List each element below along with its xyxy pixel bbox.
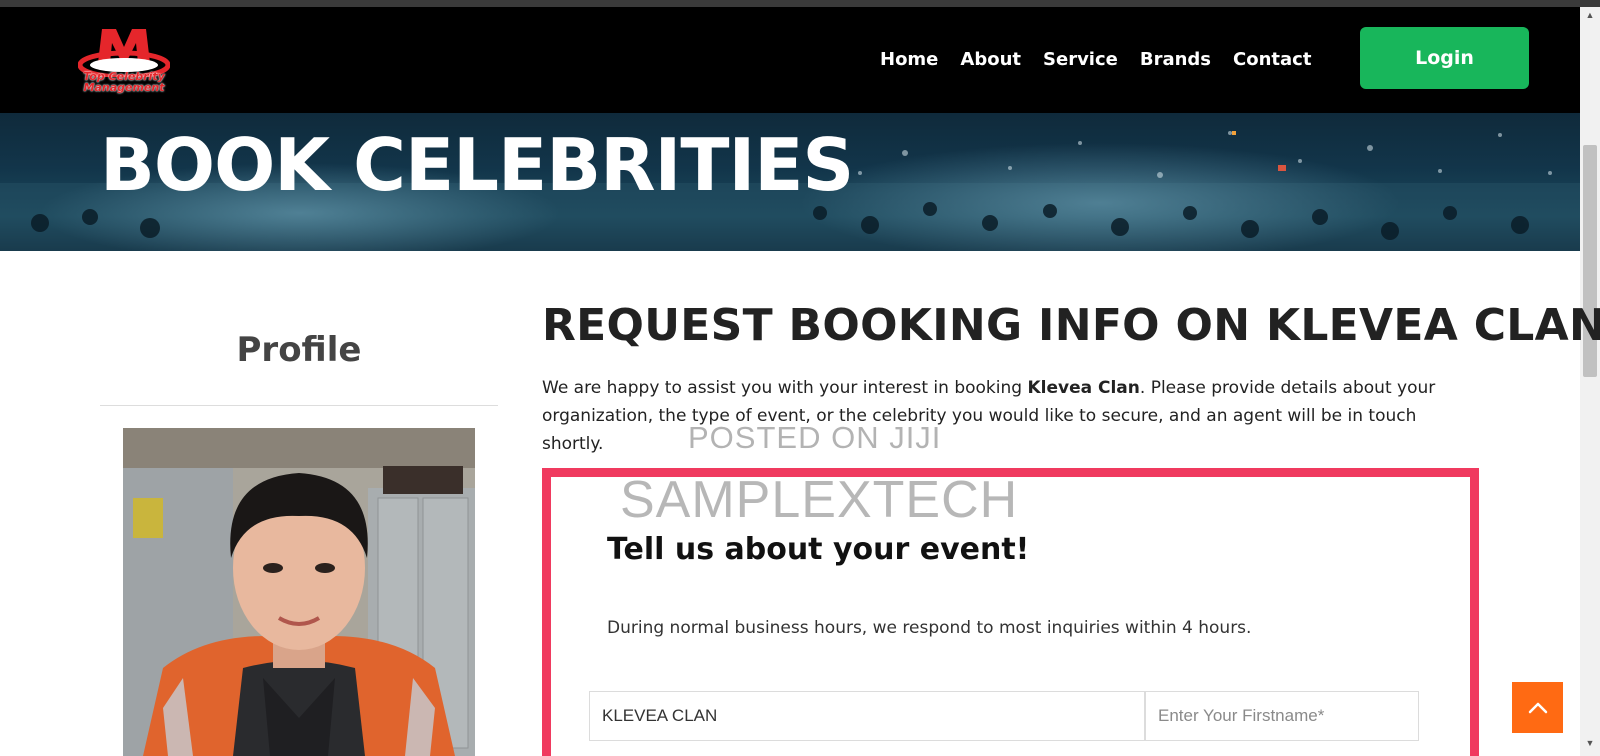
watermark-samplextech: SAMPLEXTECH — [620, 471, 1019, 529]
scroll-up-arrow-icon[interactable]: ▲ — [1583, 10, 1597, 20]
request-description: We are happy to assist you with your int… — [542, 378, 1436, 454]
form-title: Tell us about your event! — [607, 532, 1030, 567]
profile-heading: Profile — [236, 330, 362, 370]
profile-divider — [100, 405, 498, 406]
nav-about[interactable]: About — [960, 49, 1021, 75]
scroll-to-top-button[interactable] — [1512, 682, 1563, 733]
scroll-down-arrow-icon[interactable]: ▼ — [1583, 738, 1597, 748]
main-nav: Home About Service Brands Contact — [880, 49, 1333, 75]
watermark-posted-on-jiji: POSTED ON JIJI — [688, 420, 942, 455]
browser-top-strip — [0, 0, 1600, 7]
login-button[interactable]: Login — [1360, 27, 1529, 89]
nav-contact[interactable]: Contact — [1233, 49, 1311, 75]
celebrity-profile-photo — [123, 428, 475, 756]
firstname-input[interactable] — [1145, 691, 1419, 741]
form-response-note: During normal business hours, we respond… — [607, 618, 1252, 638]
celebrity-name: Klevea Clan — [1027, 378, 1140, 398]
chevron-up-icon — [1528, 702, 1547, 713]
celebrity-name-input[interactable] — [589, 691, 1145, 741]
nav-service[interactable]: Service — [1043, 49, 1118, 75]
page-title: BOOK CELEBRITIES — [100, 123, 854, 207]
nav-home[interactable]: Home — [880, 49, 938, 75]
page-scrollbar[interactable] — [1580, 7, 1600, 756]
request-booking-heading: REQUEST BOOKING INFO ON KLEVEA CLAN — [542, 300, 1600, 351]
logo-text: Top Celebrity Management — [83, 70, 165, 94]
nav-brands[interactable]: Brands — [1140, 49, 1211, 75]
navbar: Top Celebrity Management Home About Servi… — [0, 7, 1580, 113]
site-logo[interactable]: Top Celebrity Management — [78, 25, 170, 105]
hero-banner: BOOK CELEBRITIES — [0, 113, 1580, 251]
